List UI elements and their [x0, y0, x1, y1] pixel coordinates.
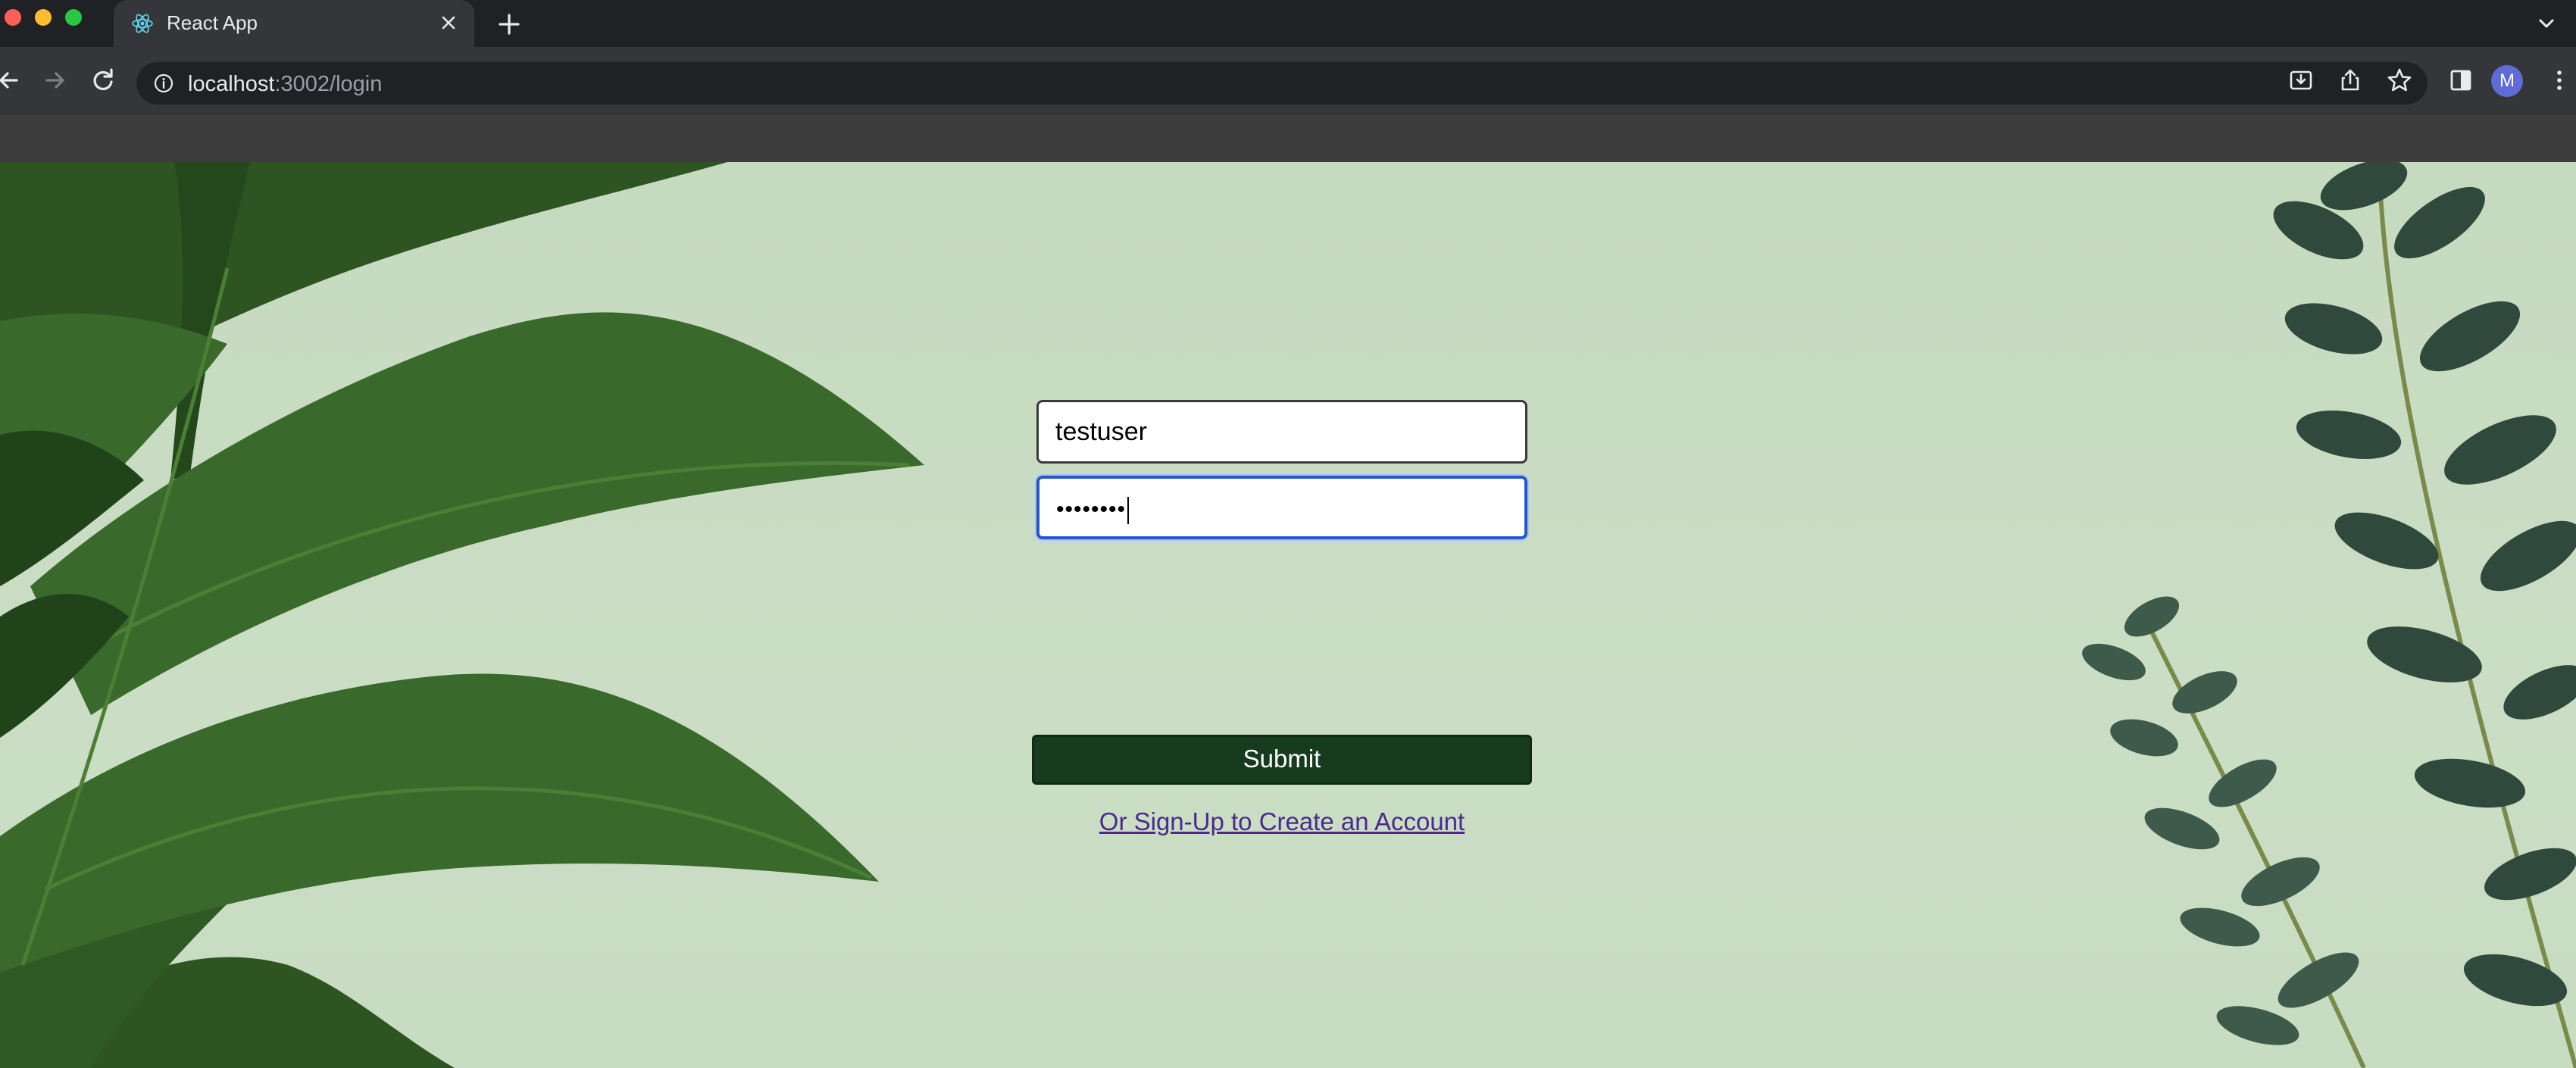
kebab-menu-icon[interactable] — [2543, 64, 2576, 97]
tab-title: React App — [167, 11, 258, 34]
url-path: :3002/login — [274, 72, 383, 96]
username-input[interactable] — [1036, 400, 1527, 464]
chevron-down-icon[interactable] — [2534, 11, 2559, 36]
back-arrow-icon[interactable] — [0, 64, 27, 97]
page-viewport: •••••••• Submit Or Sign-Up to Create an … — [0, 162, 2576, 1068]
forward-arrow-icon[interactable] — [38, 64, 71, 97]
text-caret — [1127, 497, 1130, 525]
password-dots: •••••••• — [1056, 497, 1127, 522]
address-bar[interactable]: localhost:3002/login — [136, 62, 2428, 105]
plus-icon[interactable] — [494, 9, 524, 39]
bookmark-star-icon[interactable] — [2383, 64, 2416, 97]
profile-avatar[interactable]: M — [2491, 65, 2523, 97]
window-minimize-button[interactable] — [35, 9, 52, 26]
close-icon[interactable] — [436, 11, 461, 35]
window-close-button[interactable] — [5, 9, 21, 26]
url-text: localhost:3002/login — [188, 72, 382, 97]
eucalyptus-decoration — [2082, 162, 2576, 1068]
info-icon[interactable] — [153, 73, 174, 94]
browser-toolbar: localhost:3002/login M — [0, 47, 2576, 114]
install-app-icon[interactable] — [2284, 64, 2318, 97]
browser-tab[interactable]: React App — [114, 0, 474, 47]
password-mask: •••••••• — [1056, 497, 1130, 525]
signup-link[interactable]: Or Sign-Up to Create an Account — [1032, 807, 1532, 836]
window-maximize-button[interactable] — [65, 9, 82, 26]
url-host: localhost — [188, 72, 275, 96]
submit-button[interactable]: Submit — [1032, 735, 1532, 785]
bookmarks-bar — [0, 114, 2576, 162]
palm-leaves-decoration — [0, 162, 924, 1068]
reload-icon[interactable] — [86, 64, 120, 97]
share-icon[interactable] — [2334, 64, 2367, 97]
password-input[interactable]: •••••••• — [1036, 476, 1527, 539]
react-logo-icon — [132, 14, 153, 33]
tab-strip: React App — [0, 0, 2576, 47]
side-panel-icon[interactable] — [2444, 64, 2478, 97]
